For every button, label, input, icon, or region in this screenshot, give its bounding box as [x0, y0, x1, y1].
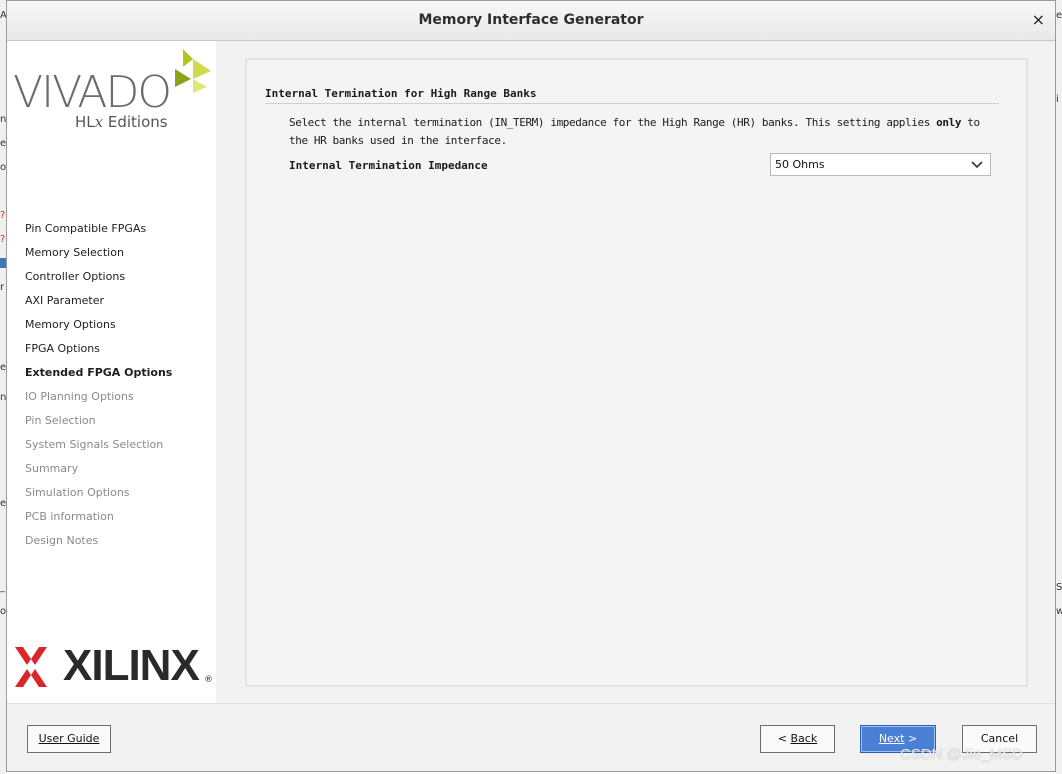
step-item: FPGA Options [25, 342, 100, 355]
mig-dialog: Memory Interface Generator × VIVADO HLx … [6, 0, 1056, 772]
xilinx-x-icon [15, 647, 47, 687]
step-item: System Signals Selection [25, 438, 164, 451]
wizard-sidebar: VIVADO HLx Editions Pin Compatible FPGAs… [7, 41, 216, 703]
step-item: Controller Options [25, 270, 126, 283]
section-title: Internal Termination for High Range Bank… [265, 87, 537, 100]
termination-impedance-label: Internal Termination Impedance [289, 159, 488, 172]
step-item: Memory Options [25, 318, 116, 331]
select-value: 50 Ohms [775, 158, 825, 171]
step-item: IO Planning Options [25, 390, 134, 403]
close-icon[interactable]: × [1032, 10, 1045, 29]
section-description: Select the internal termination (IN_TERM… [289, 116, 980, 147]
step-item: Simulation Options [25, 486, 130, 499]
user-guide-button[interactable]: User Guide [27, 725, 111, 753]
step-item: AXI Parameter [25, 294, 105, 307]
termination-impedance-select[interactable]: 50 Ohms [770, 153, 991, 176]
step-item: Summary [25, 462, 79, 475]
background-app-right-edge: eiSw [1056, 0, 1062, 774]
step-item: PCB information [25, 510, 114, 523]
xilinx-wordmark: XILINX [63, 641, 200, 690]
vivado-logo: VIVADO HLx Editions [11, 45, 216, 135]
registered-mark: ® [204, 675, 213, 685]
back-button[interactable]: < Back [760, 725, 835, 753]
options-panel: Internal Termination for High Range Bank… [245, 58, 1028, 687]
chevron-down-icon [971, 161, 983, 169]
hlx-editions-label: HLx Editions [75, 113, 168, 131]
step-item-current: Extended FPGA Options [25, 366, 173, 379]
dialog-footer: User Guide < Back Next > Cancel [7, 703, 1055, 774]
wizard-step-list: Pin Compatible FPGAs Memory Selection Co… [25, 221, 172, 557]
vivado-wordmark: VIVADO [13, 67, 172, 118]
window-title: Memory Interface Generator [418, 12, 644, 28]
section-divider [265, 103, 999, 104]
step-item: Pin Selection [25, 414, 96, 427]
title-bar: Memory Interface Generator × [7, 1, 1055, 41]
watermark: CSDN @Jie_MSD [900, 746, 1023, 763]
xilinx-logo: XILINX ® [11, 641, 216, 691]
step-item: Pin Compatible FPGAs [25, 222, 147, 235]
step-item: Design Notes [25, 534, 99, 547]
step-item: Memory Selection [25, 246, 124, 259]
